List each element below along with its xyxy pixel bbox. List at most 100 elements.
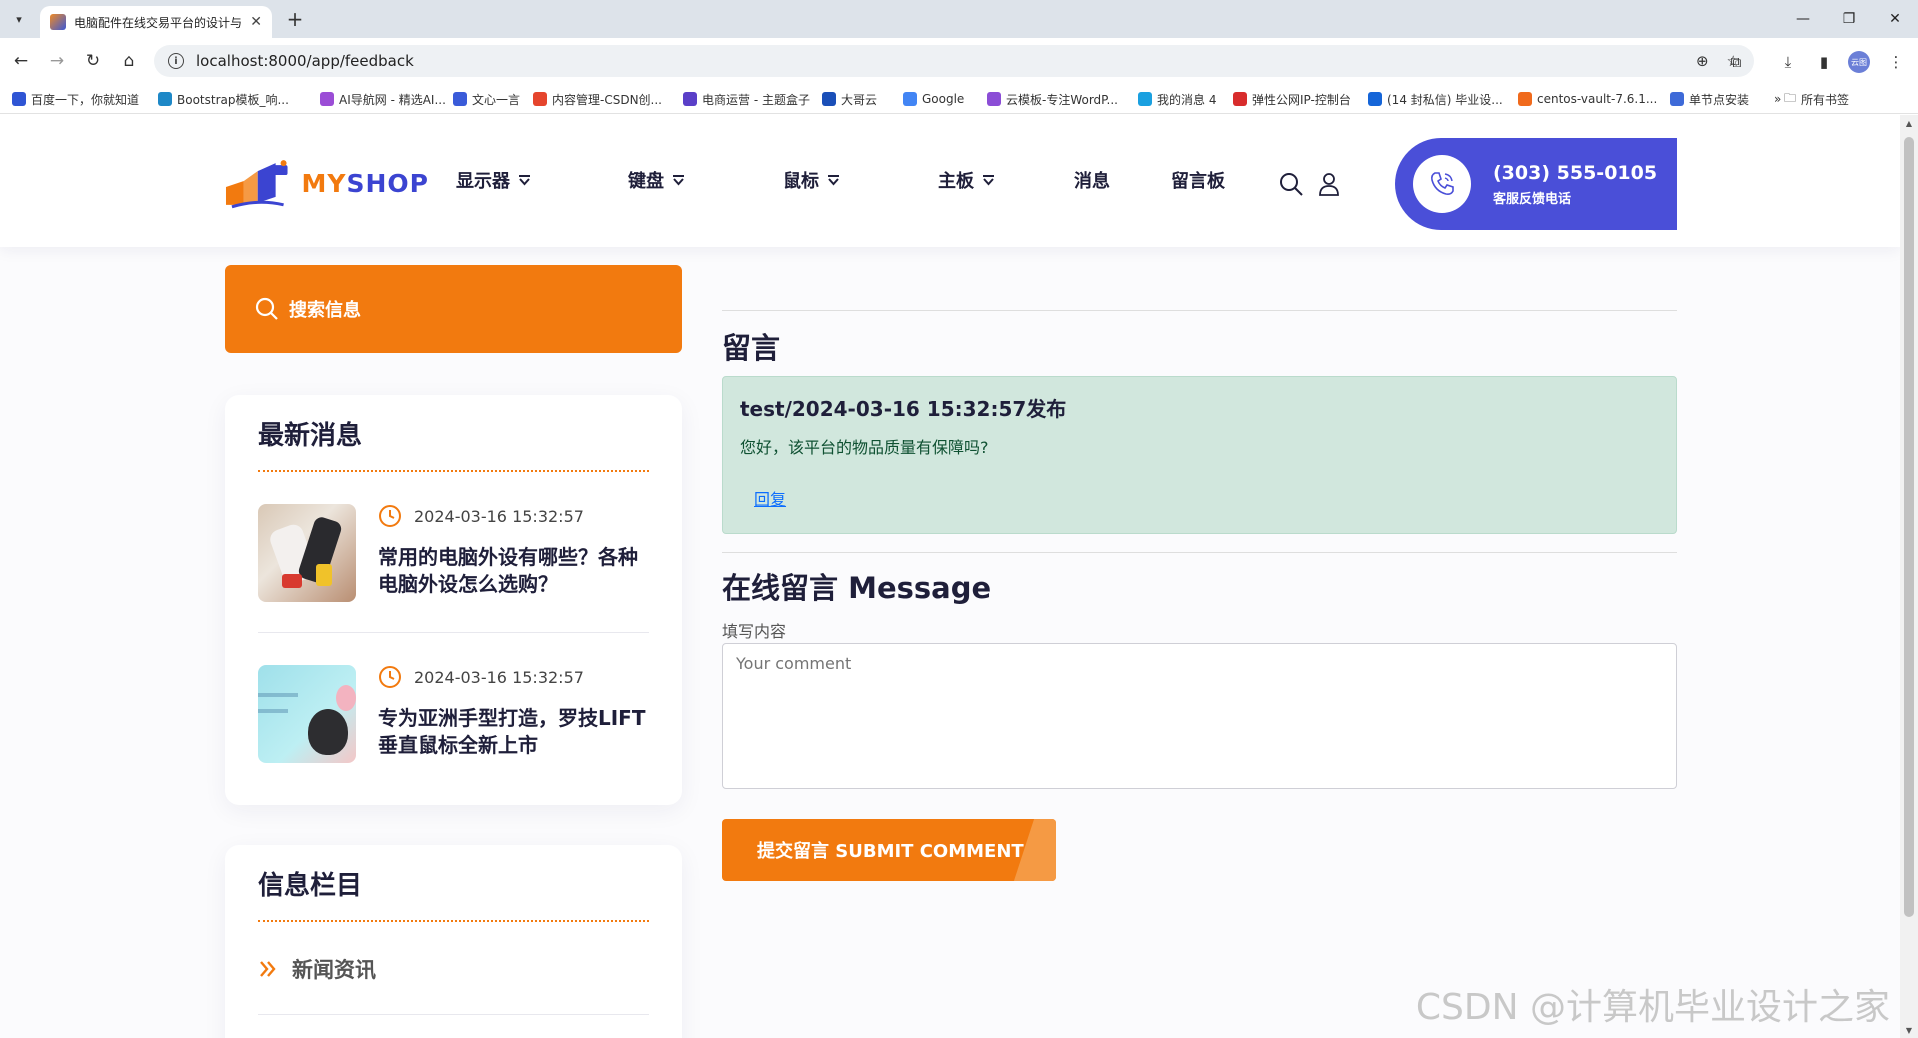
browser-toolbar: ← → ↻ ⌂ i localhost:8000/app/feedback ⊕ … — [0, 38, 1918, 84]
nav-item-keyboard[interactable]: 键盘 — [628, 167, 685, 193]
news-thumbnail[interactable] — [258, 504, 356, 602]
nav-item-message-board[interactable]: 留言板 — [1171, 167, 1225, 193]
submit-comment-button[interactable]: 提交留言 SUBMIT COMMENT — [722, 819, 1056, 881]
forward-button[interactable]: → — [44, 48, 70, 74]
news-title[interactable]: 专为亚洲手型打造，罗技LIFT垂直鼠标全新上市 — [378, 705, 649, 759]
scroll-down-icon[interactable]: ▼ — [1900, 1022, 1918, 1038]
bookmark-favicon-icon — [453, 92, 467, 106]
bookmark-label: Bootstrap模板_响... — [177, 92, 289, 107]
category-item-news[interactable]: 新闻资讯 — [258, 922, 649, 1015]
nav-item-label: 留言板 — [1171, 171, 1225, 192]
bookmark-item[interactable]: (14 封私信) 毕业设... — [1368, 90, 1503, 108]
browser-menu-icon[interactable]: ⋮ — [1884, 50, 1908, 74]
nav-item-mouse[interactable]: 鼠标 — [783, 167, 840, 193]
logo-text: MYSHOP — [301, 168, 429, 198]
comment-card: test/2024-03-16 15:32:57发布 您好，该平台的物品质量有保… — [722, 376, 1677, 534]
scrollbar-thumb[interactable] — [1904, 137, 1914, 917]
browser-tab-strip: ▾ 电脑配件在线交易平台的设计与 ✕ + — ❐ ✕ — [0, 0, 1918, 38]
news-item[interactable]: 2024-03-16 15:32:57 专为亚洲手型打造，罗技LIFT垂直鼠标全… — [258, 633, 649, 793]
reload-button[interactable]: ↻ — [80, 48, 106, 74]
bookmark-favicon-icon — [1368, 92, 1382, 106]
downloads-icon[interactable]: ⤓ — [1776, 50, 1800, 74]
bookmark-favicon-icon — [903, 92, 917, 106]
web-page: MYSHOP 显示器 键盘 鼠标 主板 消息 留言板 (303) 555-010… — [0, 115, 1900, 1038]
bookmark-favicon-icon — [1138, 92, 1152, 106]
bookmark-item[interactable]: 电商运营 - 主题盒子 — [683, 90, 810, 108]
side-panel-icon[interactable]: ▮ — [1812, 50, 1836, 74]
search-icon[interactable] — [1278, 171, 1304, 197]
news-thumbnail[interactable] — [258, 665, 356, 763]
minimize-window-button[interactable]: — — [1780, 0, 1826, 38]
submit-comment-label: 提交留言 SUBMIT COMMENT — [757, 841, 1024, 862]
user-icon[interactable] — [1316, 171, 1342, 197]
chevron-down-icon — [983, 174, 994, 185]
bookmark-item[interactable]: Google — [903, 90, 964, 108]
new-tab-button[interactable]: + — [282, 6, 308, 32]
bookmark-item[interactable]: 弹性公网IP-控制台 — [1233, 90, 1351, 108]
bookmark-item[interactable]: centos-vault-7.6.1... — [1518, 90, 1657, 108]
zoom-icon[interactable]: ⊕ — [1696, 52, 1709, 70]
news-date: 2024-03-16 15:32:57 — [378, 504, 649, 528]
bookmark-favicon-icon — [1518, 92, 1532, 106]
section-title: 留言 — [722, 331, 781, 365]
category-title: 信息栏目 — [258, 871, 363, 901]
profile-avatar[interactable]: 云图 — [1848, 51, 1870, 73]
chevron-down-icon — [519, 174, 530, 185]
support-phone-box[interactable]: (303) 555-0105 客服反馈电话 — [1395, 138, 1677, 230]
divider — [722, 552, 1677, 553]
bookmark-item[interactable]: 我的消息 4 — [1138, 90, 1216, 108]
phone-icon — [1413, 155, 1471, 213]
divider — [722, 310, 1677, 311]
tab-search-button[interactable]: ▾ — [8, 8, 30, 30]
news-title[interactable]: 常用的电脑外设有哪些？各种电脑外设怎么选购？ — [378, 544, 649, 598]
bookmark-item[interactable]: AI导航网 - 精选AI... — [320, 90, 446, 108]
bookmark-item[interactable]: 内容管理-CSDN创... — [533, 90, 662, 108]
nav-item-monitor[interactable]: 显示器 — [456, 167, 531, 193]
site-logo[interactable]: MYSHOP — [224, 155, 429, 211]
bookmarks-bar: 🗀 所有书签 » 百度一下，你就知道 Bootstrap模板_响... AI导航网 … — [0, 84, 1918, 114]
bookmark-item[interactable]: 百度一下，你就知道 — [12, 90, 139, 108]
reply-link[interactable]: 回复 — [754, 486, 786, 510]
bookmark-label: 电商运营 - 主题盒子 — [702, 92, 810, 107]
support-phone-caption: 客服反馈电话 — [1493, 191, 1572, 207]
back-button[interactable]: ← — [8, 48, 34, 74]
comment-field-label: 填写内容 — [722, 622, 787, 641]
bookmark-item[interactable]: 文心一言 — [453, 90, 520, 108]
close-window-button[interactable]: ✕ — [1872, 0, 1918, 38]
page-scrollbar[interactable]: ▲ ▼ — [1900, 115, 1918, 1038]
browser-tab-active[interactable]: 电脑配件在线交易平台的设计与 ✕ — [40, 6, 272, 38]
double-chevron-right-icon — [260, 961, 276, 977]
bookmark-label: 弹性公网IP-控制台 — [1252, 92, 1351, 107]
site-info-icon[interactable]: i — [168, 53, 184, 69]
bookmark-item[interactable]: 大哥云 — [822, 90, 877, 108]
address-bar[interactable]: i localhost:8000/app/feedback ⊕ ☆ — [154, 45, 1754, 77]
form-title: 在线留言 Message — [722, 571, 992, 605]
home-button[interactable]: ⌂ — [116, 48, 142, 74]
comment-textarea[interactable] — [722, 643, 1677, 789]
all-bookmarks-folder[interactable]: 🗀 所有书签 — [1784, 90, 1849, 108]
support-phone-number: (303) 555-0105 — [1493, 161, 1658, 184]
restore-window-button[interactable]: ❐ — [1826, 0, 1872, 38]
more-bookmarks-chevron-icon[interactable]: » — [1774, 90, 1787, 108]
bookmark-favicon-icon — [1233, 92, 1247, 106]
bookmark-label: AI导航网 - 精选AI... — [339, 92, 446, 107]
news-item[interactable]: 2024-03-16 15:32:57 常用的电脑外设有哪些？各种电脑外设怎么选… — [258, 472, 649, 633]
nav-item-news[interactable]: 消息 — [1074, 167, 1110, 193]
address-url[interactable]: localhost:8000/app/feedback — [196, 52, 414, 70]
extensions-icon[interactable]: ⧉ — [1724, 50, 1748, 74]
scroll-up-icon[interactable]: ▲ — [1900, 115, 1918, 131]
watermark: CSDN @计算机毕业设计之家 — [1415, 987, 1890, 1028]
latest-news-card: 最新消息 2024-03-16 15:32:57 常用的电脑外设有哪些？各种电脑… — [225, 395, 682, 805]
nav-item-label: 主板 — [938, 171, 974, 192]
sidebar-search-input[interactable]: 搜索信息 — [225, 265, 682, 353]
nav-item-label: 显示器 — [456, 171, 510, 192]
bookmark-favicon-icon — [533, 92, 547, 106]
clock-icon — [379, 666, 401, 688]
clock-icon — [379, 505, 401, 527]
nav-item-motherboard[interactable]: 主板 — [938, 167, 995, 193]
latest-news-title: 最新消息 — [258, 421, 363, 451]
bookmark-item[interactable]: 单节点安装 — [1670, 90, 1749, 108]
bookmark-item[interactable]: 云模板-专注WordP... — [987, 90, 1118, 108]
bookmark-item[interactable]: Bootstrap模板_响... — [158, 90, 289, 108]
close-tab-icon[interactable]: ✕ — [250, 14, 262, 30]
